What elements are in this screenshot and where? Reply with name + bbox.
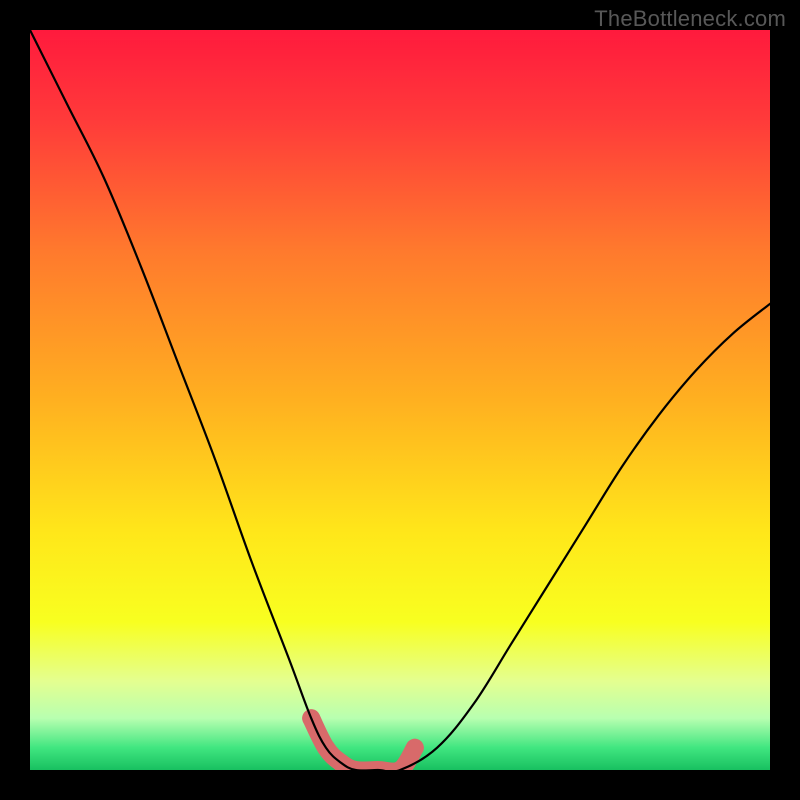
optimal-zone-marker — [406, 739, 424, 757]
plot-area — [30, 30, 770, 770]
watermark-text: TheBottleneck.com — [594, 6, 786, 32]
chart-frame: TheBottleneck.com — [0, 0, 800, 800]
bottleneck-chart — [30, 30, 770, 770]
gradient-background — [30, 30, 770, 770]
